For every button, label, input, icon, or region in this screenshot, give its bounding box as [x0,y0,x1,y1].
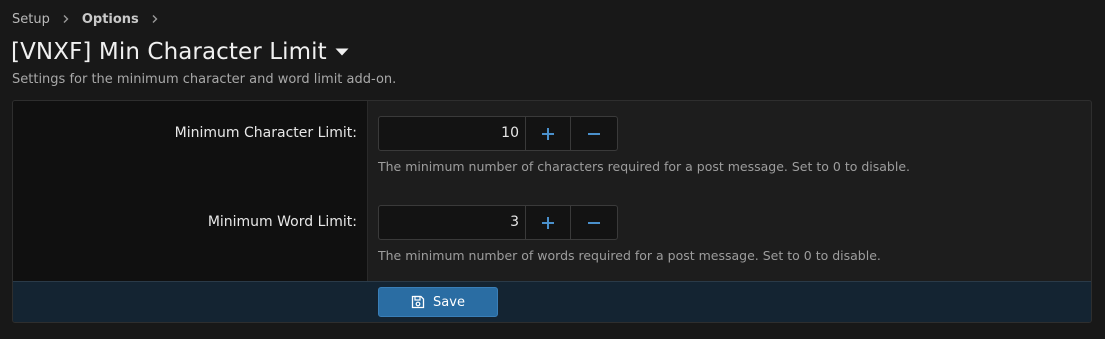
min-word-limit-input[interactable]: 3 [379,206,526,239]
save-button-label: Save [433,294,465,310]
plus-icon [542,127,554,140]
min-word-increment-button[interactable] [526,206,571,239]
minus-icon [587,132,600,135]
options-block: Minimum Character Limit: Minimum Word Li… [12,100,1092,323]
min-character-limit-input[interactable]: 10 [379,117,526,150]
min-character-limit-spinbox: 10 [378,116,618,151]
breadcrumb: Setup Options [12,10,171,28]
min-word-decrement-button[interactable] [571,206,616,239]
option-label-min-character: Minimum Character Limit: [174,125,357,141]
option-label-min-word: Minimum Word Limit: [207,214,357,230]
min-word-limit-hint: The minimum number of words required for… [378,248,881,263]
page-description: Settings for the minimum character and w… [12,72,397,87]
breadcrumb-item-options[interactable]: Options [82,12,139,27]
form-footer: Save [13,281,1091,322]
breadcrumb-item-setup[interactable]: Setup [12,12,50,27]
chevron-right-icon [61,14,71,24]
caret-down-icon[interactable] [335,47,349,57]
chevron-right-icon [150,14,160,24]
label-column: Minimum Character Limit: Minimum Word Li… [13,101,368,281]
minus-icon [587,221,600,224]
min-character-limit-hint: The minimum number of characters require… [378,159,910,174]
min-character-decrement-button[interactable] [571,117,616,150]
min-character-increment-button[interactable] [526,117,571,150]
floppy-disk-icon [411,295,425,309]
options-page: Setup Options [VNXF] Min Character Limit… [0,0,1105,339]
page-title: [VNXF] Min Character Limit [11,39,327,65]
min-word-limit-spinbox: 3 [378,205,618,240]
title-row: [VNXF] Min Character Limit [11,36,349,68]
save-button[interactable]: Save [378,287,498,317]
plus-icon [542,216,554,229]
